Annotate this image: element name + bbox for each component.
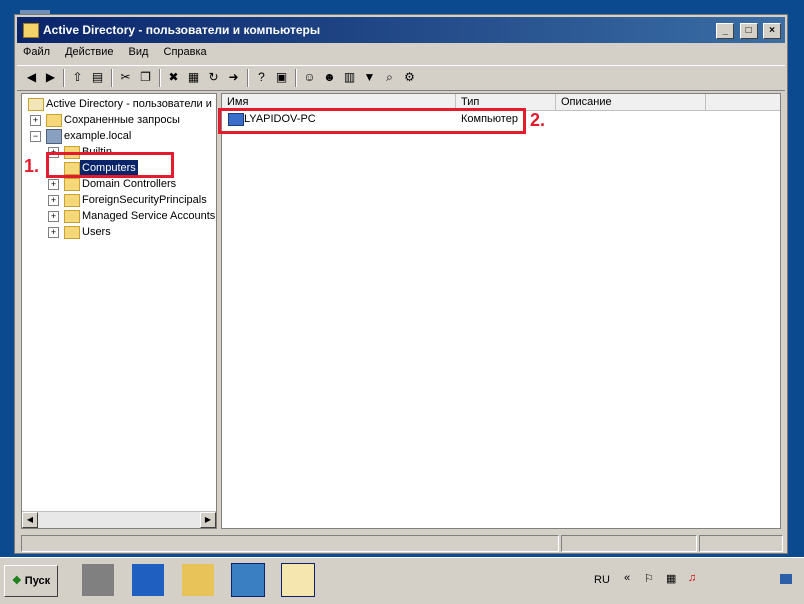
horizontal-scrollbar[interactable]: ◀ ▶ bbox=[22, 511, 216, 528]
refresh-icon[interactable]: ↻ bbox=[205, 69, 222, 86]
annotation-box-1 bbox=[46, 152, 174, 178]
menu-help[interactable]: Справка bbox=[158, 43, 213, 61]
folder-icon bbox=[64, 226, 80, 239]
show-desktop-icon[interactable] bbox=[780, 574, 792, 584]
filter-icon[interactable]: ▼ bbox=[361, 69, 378, 86]
column-description[interactable]: Описание bbox=[556, 94, 706, 110]
forward-icon[interactable]: ▶ bbox=[42, 69, 59, 86]
expand-icon: + bbox=[30, 115, 41, 126]
expand-icon: + bbox=[48, 211, 59, 222]
powershell-icon[interactable] bbox=[132, 564, 164, 596]
explorer-icon[interactable] bbox=[182, 564, 214, 596]
status-bar bbox=[17, 533, 785, 553]
status-cell-main bbox=[21, 535, 559, 552]
up-folder-icon[interactable]: ⇧ bbox=[69, 69, 86, 86]
folder-icon bbox=[64, 178, 80, 191]
annotation-label-2: 2. bbox=[530, 110, 546, 130]
add-group-icon[interactable]: ☻ bbox=[321, 69, 338, 86]
toolbar: ◀ ▶ ⇧ ▤ ✂ ❐ ✖ ▦ ↻ ➜ ? ▣ ☺ ☻ ▥ ▼ ⌕ ⚙ bbox=[17, 65, 785, 91]
windows-logo-icon: ❖ bbox=[11, 575, 22, 587]
domain-icon bbox=[46, 129, 62, 144]
menu-file[interactable]: Файл bbox=[17, 43, 56, 61]
show-hidden-icons-icon[interactable]: « bbox=[624, 572, 630, 584]
aduc-task-icon[interactable] bbox=[231, 563, 265, 597]
add-to-group-icon[interactable]: ⚙ bbox=[401, 69, 418, 86]
menu-bar: Файл Действие Вид Справка bbox=[17, 43, 785, 63]
flag-icon[interactable]: ⚐ bbox=[644, 572, 654, 585]
volume-muted-icon[interactable]: ♫ bbox=[688, 572, 696, 584]
menu-view[interactable]: Вид bbox=[123, 43, 155, 61]
menu-action[interactable]: Действие bbox=[59, 43, 119, 61]
add-ou-icon[interactable]: ▥ bbox=[341, 69, 358, 86]
collapse-icon: − bbox=[30, 131, 41, 142]
add-user-icon[interactable]: ☺ bbox=[301, 69, 318, 86]
minimize-button[interactable]: _ bbox=[716, 23, 735, 39]
export-icon[interactable]: ➜ bbox=[225, 69, 242, 86]
cut-icon[interactable]: ✂ bbox=[117, 69, 134, 86]
network-icon[interactable]: ▦ bbox=[666, 572, 676, 585]
find-icon[interactable]: ⌕ bbox=[381, 69, 398, 86]
scroll-left-icon[interactable]: ◀ bbox=[22, 512, 38, 528]
properties-icon[interactable]: ▦ bbox=[185, 69, 202, 86]
language-indicator[interactable]: RU bbox=[594, 574, 610, 586]
folder-icon bbox=[64, 210, 80, 223]
folder-icon bbox=[46, 114, 62, 127]
close-button[interactable]: × bbox=[763, 23, 781, 39]
title-bar[interactable]: Active Directory - пользователи и компью… bbox=[17, 17, 785, 43]
back-icon[interactable]: ◀ bbox=[23, 69, 40, 86]
status-cell-2 bbox=[561, 535, 697, 552]
console-icon[interactable]: ▣ bbox=[273, 69, 290, 86]
delete-icon[interactable]: ✖ bbox=[165, 69, 182, 86]
copy-icon[interactable]: ❐ bbox=[137, 69, 154, 86]
taskbar: ❖ Пуск RU « ⚐ ▦ ♫ bbox=[0, 557, 804, 604]
console-task-icon[interactable] bbox=[281, 563, 315, 597]
help-icon[interactable]: ? bbox=[253, 69, 270, 86]
app-icon bbox=[23, 23, 39, 38]
start-button[interactable]: ❖ Пуск bbox=[4, 565, 58, 597]
expand-icon: + bbox=[48, 195, 59, 206]
server-manager-icon[interactable] bbox=[82, 564, 114, 596]
expand-icon: + bbox=[48, 227, 59, 238]
expand-icon: + bbox=[48, 179, 59, 190]
show-hide-tree-icon[interactable]: ▤ bbox=[89, 69, 106, 86]
scroll-right-icon[interactable]: ▶ bbox=[200, 512, 216, 528]
status-cell-3 bbox=[699, 535, 783, 552]
annotation-box-2 bbox=[218, 108, 526, 134]
window-title: Active Directory - пользователи и компью… bbox=[43, 23, 321, 37]
folder-icon bbox=[64, 194, 80, 207]
system-tray: RU « ⚐ ▦ ♫ bbox=[584, 558, 804, 604]
maximize-button[interactable]: □ bbox=[739, 23, 758, 39]
results-pane: Имя Тип Описание LYAPIDOV-PC Компьютер bbox=[221, 93, 781, 529]
annotation-label-1: 1. bbox=[24, 156, 40, 176]
aduc-window: Active Directory - пользователи и компью… bbox=[14, 14, 788, 554]
